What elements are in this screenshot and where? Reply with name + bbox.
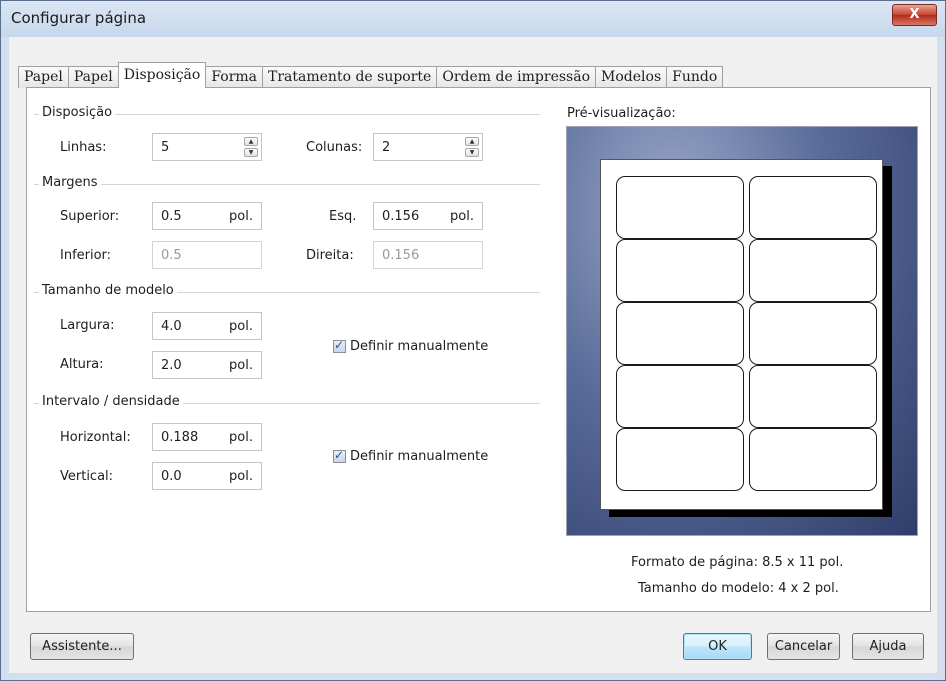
- cancel-button[interactable]: Cancelar: [767, 633, 840, 660]
- unit-label: pol.: [450, 209, 474, 224]
- left-margin-input[interactable]: 0.156 pol.: [373, 202, 483, 230]
- unit-label: pol.: [229, 430, 253, 445]
- label-width-input[interactable]: 4.0 pol.: [152, 312, 262, 340]
- margins-group-label: Margens: [39, 175, 101, 190]
- top-margin-input[interactable]: 0.5 pol.: [152, 202, 262, 230]
- preview-label-cell: [749, 365, 877, 428]
- preview-label-cell: [616, 302, 744, 365]
- spin-up-icon[interactable]: ▲: [465, 137, 479, 146]
- checkbox-checked-icon[interactable]: [333, 338, 346, 353]
- preview-label-cell: [749, 176, 877, 239]
- unit-label: pol.: [229, 358, 253, 373]
- top-margin-label: Superior:: [60, 209, 120, 224]
- tab-strip: Papel Papel Disposição Forma Tratamento …: [18, 62, 724, 88]
- top-margin-value: 0.5: [161, 209, 182, 224]
- label-width-value: 4.0: [161, 319, 182, 334]
- rows-value: 5: [161, 140, 170, 155]
- window-title: Configurar página: [11, 9, 147, 27]
- columns-value: 2: [382, 140, 391, 155]
- vertical-gap-value: 0.0: [161, 469, 182, 484]
- label-size-value: 4 x 2 pol.: [778, 581, 839, 596]
- tab-media-handling[interactable]: Tratamento de suporte: [262, 66, 438, 88]
- tab-background[interactable]: Fundo: [666, 66, 724, 88]
- label-height-value: 2.0: [161, 358, 182, 373]
- width-label: Largura:: [60, 318, 115, 333]
- vertical-gap-label: Vertical:: [60, 469, 114, 484]
- preview-label-cell: [616, 239, 744, 302]
- close-button[interactable]: X: [892, 4, 937, 26]
- label-size-info: Tamanho do modelo: 4 x 2 pol.: [638, 581, 839, 596]
- horizontal-gap-label: Horizontal:: [60, 430, 131, 445]
- label-size-group-label: Tamanho de modelo: [39, 283, 177, 298]
- layout-group-label: Disposição: [39, 105, 116, 120]
- page-format-info: Formato de página: 8.5 x 11 pol.: [631, 555, 843, 570]
- rows-spin[interactable]: ▲ ▼: [244, 137, 258, 157]
- checkbox-label: Definir manualmente: [350, 339, 489, 354]
- height-label: Altura:: [60, 357, 104, 372]
- preview-label-cell: [616, 365, 744, 428]
- horizontal-gap-value: 0.188: [161, 430, 199, 445]
- columns-spin[interactable]: ▲ ▼: [465, 137, 479, 157]
- bottom-margin-input: 0.5: [152, 241, 262, 269]
- gap-manual-checkbox[interactable]: Definir manualmente: [333, 448, 489, 464]
- label-size-label: Tamanho do modelo:: [638, 581, 775, 596]
- unit-label: pol.: [229, 469, 253, 484]
- rows-stepper[interactable]: 5 ▲ ▼: [152, 133, 262, 161]
- title-bar[interactable]: Configurar página X: [1, 1, 945, 37]
- columns-label: Colunas:: [306, 140, 363, 155]
- columns-stepper[interactable]: 2 ▲ ▼: [373, 133, 483, 161]
- spin-down-icon[interactable]: ▼: [465, 148, 479, 157]
- ok-button[interactable]: OK: [683, 633, 752, 660]
- wizard-button[interactable]: Assistente...: [30, 633, 134, 660]
- tab-templates[interactable]: Modelos: [595, 66, 668, 88]
- preview-label-cell: [616, 428, 744, 491]
- tab-print-order[interactable]: Ordem de impressão: [436, 66, 597, 88]
- unit-label: pol.: [229, 319, 253, 334]
- help-button[interactable]: Ajuda: [852, 633, 924, 660]
- page-format-value: 8.5 x 11 pol.: [762, 555, 844, 570]
- tab-layout[interactable]: Disposição: [117, 62, 207, 88]
- preview-label-cell: [749, 239, 877, 302]
- tab-shape[interactable]: Forma: [205, 66, 264, 88]
- gap-group-label: Intervalo / densidade: [39, 394, 183, 409]
- vertical-gap-input[interactable]: 0.0 pol.: [152, 462, 262, 490]
- right-margin-input: 0.156: [373, 241, 483, 269]
- preview-label-cell: [749, 428, 877, 491]
- checkbox-checked-icon[interactable]: [333, 448, 346, 463]
- tab-paper-2[interactable]: Papel: [67, 66, 119, 88]
- horizontal-gap-input[interactable]: 0.188 pol.: [152, 423, 262, 451]
- unit-label: pol.: [229, 209, 253, 224]
- spin-down-icon[interactable]: ▼: [244, 148, 258, 157]
- preview-label-cell: [616, 176, 744, 239]
- rows-label: Linhas:: [60, 140, 107, 155]
- label-size-manual-checkbox[interactable]: Definir manualmente: [333, 338, 489, 354]
- preview-label: Pré-visualização:: [567, 106, 676, 121]
- right-margin-label: Direita:: [306, 248, 354, 263]
- preview-label-cell: [749, 302, 877, 365]
- checkbox-label: Definir manualmente: [350, 449, 489, 464]
- page-format-label: Formato de página:: [631, 555, 758, 570]
- label-height-input[interactable]: 2.0 pol.: [152, 351, 262, 379]
- tab-paper-1[interactable]: Papel: [18, 66, 69, 88]
- bottom-margin-label: Inferior:: [60, 248, 112, 263]
- left-margin-value: 0.156: [382, 209, 420, 224]
- preview-page: [600, 159, 883, 510]
- spin-up-icon[interactable]: ▲: [244, 137, 258, 146]
- group-divider: [34, 184, 540, 185]
- left-margin-label: Esq.: [329, 209, 357, 224]
- bottom-margin-value: 0.5: [161, 248, 182, 263]
- right-margin-value: 0.156: [382, 248, 420, 263]
